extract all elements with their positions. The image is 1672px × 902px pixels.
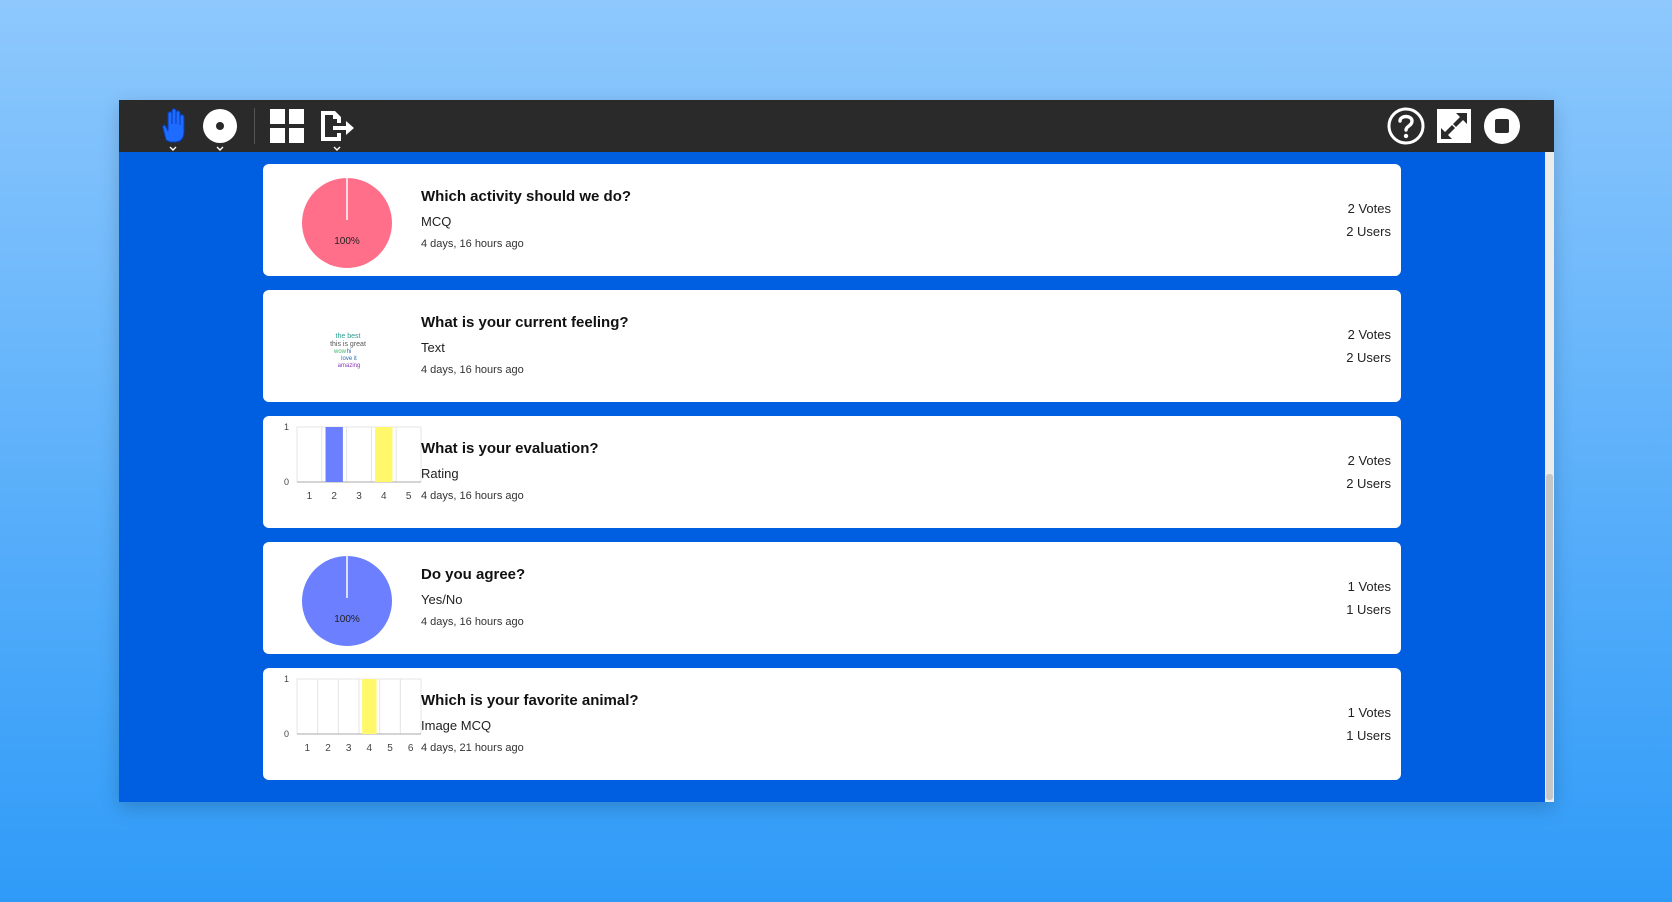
word-cloud-word: wow: [333, 349, 347, 355]
y-tick-label: 1: [284, 674, 289, 684]
x-tick-label: 4: [381, 491, 387, 502]
record-icon[interactable]: [199, 100, 241, 152]
poll-card[interactable]: 100% Do you agree? Yes/No 4 days, 16 hou…: [263, 542, 1401, 654]
vote-count: 1 Votes: [1347, 705, 1391, 720]
x-tick-label: 3: [356, 491, 362, 502]
bar: [375, 427, 393, 482]
y-tick-label: 1: [284, 422, 289, 432]
x-tick-label: 2: [331, 491, 337, 502]
user-count: 2 Users: [1346, 476, 1391, 491]
word-cloud: the best this is great wow hi love it am…: [330, 333, 366, 369]
grid-icon[interactable]: [269, 100, 305, 152]
x-tick-label: 2: [325, 743, 331, 754]
word-cloud-word: love it: [341, 356, 357, 362]
user-count: 2 Users: [1346, 224, 1391, 239]
vote-count: 2 Votes: [1347, 453, 1391, 468]
poll-card[interactable]: 100% Which activity should we do? MCQ 4 …: [263, 164, 1401, 276]
y-tick-label: 0: [284, 477, 289, 487]
poll-type: Rating: [421, 466, 459, 481]
poll-type: Image MCQ: [421, 718, 492, 733]
poll-type: MCQ: [421, 214, 452, 229]
stop-icon[interactable]: [1481, 100, 1523, 152]
toolbar-separator: [254, 108, 255, 144]
poll-title: What is your evaluation?: [421, 440, 599, 457]
export-icon[interactable]: [318, 100, 356, 152]
bar-chart: 0 1 1 2 3 4 5 6: [284, 674, 422, 754]
x-tick-label: 3: [346, 743, 352, 754]
pie-chart: 100%: [302, 178, 392, 268]
poll-title: Which is your favorite animal?: [421, 692, 639, 709]
poll-list: 100% Which activity should we do? MCQ 4 …: [119, 152, 1554, 802]
poll-card[interactable]: 0112345 What is your evaluation? Rating …: [263, 416, 1401, 528]
help-icon[interactable]: [1385, 100, 1427, 152]
poll-title: Do you agree?: [421, 566, 526, 583]
poll-title: Which activity should we do?: [421, 188, 632, 205]
bar: [325, 427, 343, 482]
user-count: 1 Users: [1346, 728, 1391, 743]
x-tick-label: 4: [367, 743, 373, 754]
poll-time: 4 days, 16 hours ago: [421, 490, 524, 502]
x-tick-label: 5: [387, 743, 393, 754]
fullscreen-icon[interactable]: [1434, 100, 1474, 152]
app-window: 100% Which activity should we do? MCQ 4 …: [119, 100, 1554, 802]
poll-card[interactable]: the best this is great wow hi love it am…: [263, 290, 1401, 402]
user-count: 1 Users: [1346, 602, 1391, 617]
x-tick-label: 1: [305, 743, 311, 754]
word-cloud-word: hi: [347, 349, 352, 355]
vote-count: 2 Votes: [1347, 201, 1391, 216]
vote-count: 1 Votes: [1347, 579, 1391, 594]
scrollbar-thumb[interactable]: [1546, 474, 1553, 800]
word-cloud-word: this is great: [330, 341, 366, 348]
poll-time: 4 days, 16 hours ago: [421, 238, 524, 250]
bar-chart: 0 1 1 2 3 4 5: [284, 422, 422, 502]
pie-label: 100%: [334, 236, 360, 247]
poll-time: 4 days, 16 hours ago: [421, 616, 524, 628]
poll-card[interactable]: 01123456 Which is your favorite animal? …: [263, 668, 1401, 780]
scrollbar[interactable]: [1545, 152, 1554, 802]
word-cloud-word: amazing: [338, 363, 361, 369]
pie-chart: 100%: [302, 556, 392, 646]
poll-type: Text: [421, 340, 445, 355]
poll-time: 4 days, 21 hours ago: [421, 742, 524, 754]
pie-label: 100%: [334, 614, 360, 625]
x-tick-label: 1: [307, 491, 313, 502]
user-count: 2 Users: [1346, 350, 1391, 365]
word-cloud-word: the best: [336, 333, 361, 340]
toolbar: [119, 100, 1554, 152]
x-tick-label: 5: [406, 491, 412, 502]
poll-title: What is your current feeling?: [421, 314, 629, 331]
hand-raise-icon[interactable]: [153, 100, 193, 152]
poll-type: Yes/No: [421, 592, 463, 607]
bar: [362, 679, 377, 734]
x-tick-label: 6: [408, 743, 414, 754]
vote-count: 2 Votes: [1347, 327, 1391, 342]
poll-time: 4 days, 16 hours ago: [421, 364, 524, 376]
y-tick-label: 0: [284, 729, 289, 739]
